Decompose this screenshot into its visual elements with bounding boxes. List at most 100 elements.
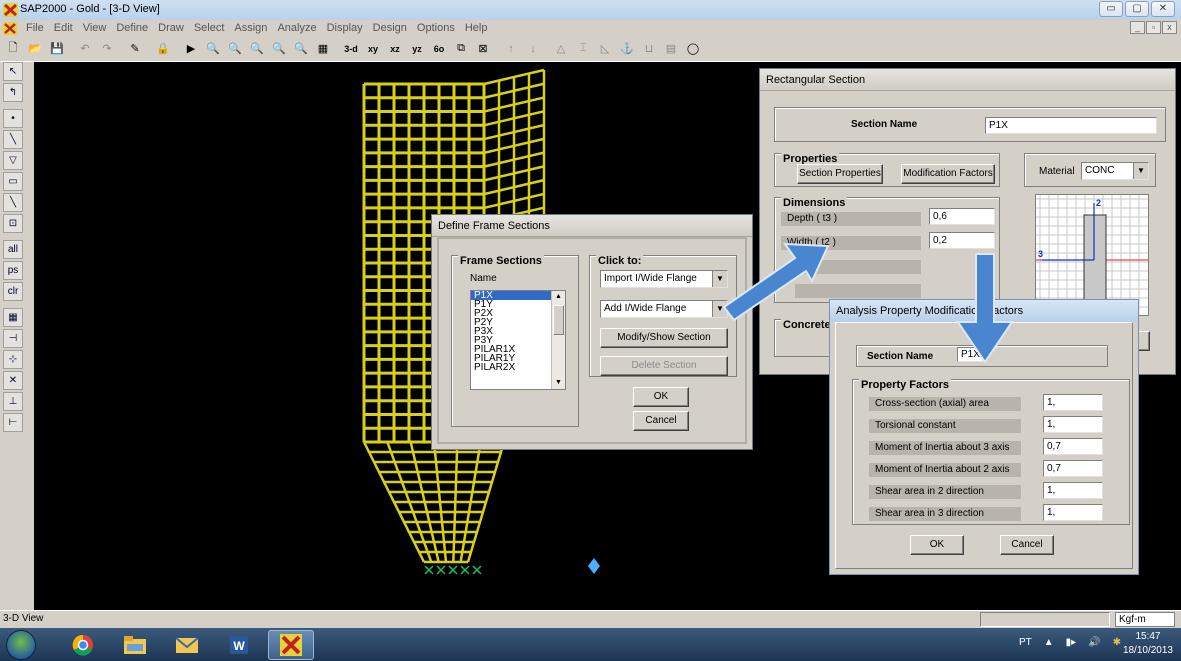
draw-rect-shell-icon[interactable]: ▭: [3, 172, 23, 191]
minimize-button[interactable]: ▭: [1099, 1, 1123, 17]
show-frame-icon[interactable]: ⌶: [573, 39, 593, 59]
pointer-icon[interactable]: ↖: [3, 62, 23, 81]
show-undeformed-icon[interactable]: △: [551, 39, 571, 59]
factor-input[interactable]: 0,7: [1043, 438, 1103, 455]
import-section-combo[interactable]: Import I/Wide Flange ▼: [600, 270, 728, 288]
view-xz-button[interactable]: xz: [385, 39, 405, 59]
up-arrow-icon[interactable]: ↑: [501, 39, 521, 59]
pencil-icon[interactable]: ✎: [125, 39, 145, 59]
set-elements-icon[interactable]: ⊠: [473, 39, 493, 59]
mail-icon[interactable]: [164, 630, 210, 660]
list-scrollbar[interactable]: ▲ ▼: [551, 291, 565, 389]
zoom-in-icon[interactable]: 🔍: [247, 39, 267, 59]
view-xy-button[interactable]: xy: [363, 39, 383, 59]
refresh-icon[interactable]: ▦: [313, 39, 333, 59]
cancel-button[interactable]: Cancel: [1000, 535, 1054, 555]
new-file-icon[interactable]: 🗋: [3, 39, 23, 59]
draw-line-icon[interactable]: ╲: [3, 193, 23, 212]
clear-selection-icon[interactable]: clr: [3, 282, 23, 301]
menu-analyze[interactable]: Analyze: [272, 22, 321, 34]
object-shrink-icon[interactable]: ⧉: [451, 39, 471, 59]
document-icon[interactable]: [3, 21, 17, 35]
quick-draw-icon[interactable]: ⊡: [3, 214, 23, 233]
menu-select[interactable]: Select: [189, 22, 230, 34]
file-explorer-icon[interactable]: [112, 630, 158, 660]
factor-input[interactable]: 1,: [1043, 394, 1103, 411]
zoom-restore-icon[interactable]: 🔍: [225, 39, 245, 59]
menu-assign[interactable]: Assign: [229, 22, 272, 34]
pan-icon[interactable]: 🔍: [291, 39, 311, 59]
draw-shell-icon[interactable]: ▽: [3, 151, 23, 170]
snap-line-icon[interactable]: ⊢: [3, 413, 23, 432]
mdi-minimize-button[interactable]: _: [1130, 21, 1145, 34]
redo-icon[interactable]: ↷: [97, 39, 117, 59]
view-3d-button[interactable]: 3-d: [341, 39, 361, 59]
menu-display[interactable]: Display: [322, 22, 368, 34]
undo-icon[interactable]: ↶: [75, 39, 95, 59]
menu-view[interactable]: View: [78, 22, 112, 34]
chrome-icon[interactable]: [60, 630, 106, 660]
section-properties-button[interactable]: Section Properties: [797, 164, 883, 184]
menu-draw[interactable]: Draw: [153, 22, 189, 34]
section-name-input[interactable]: P1X: [957, 347, 987, 362]
add-section-combo[interactable]: Add I/Wide Flange ▼: [600, 300, 728, 318]
modification-factors-button[interactable]: Modification Factors: [901, 164, 995, 184]
down-arrow-icon[interactable]: ↓: [523, 39, 543, 59]
factor-input[interactable]: 1,: [1043, 416, 1103, 433]
network-icon[interactable]: ▮▸: [1066, 637, 1077, 648]
lock-icon[interactable]: 🔒: [153, 39, 173, 59]
factor-input[interactable]: 1,: [1043, 482, 1103, 499]
menu-file[interactable]: File: [21, 22, 49, 34]
sap2000-taskbar-icon[interactable]: [268, 630, 314, 660]
section-name-input[interactable]: P1X: [985, 117, 1157, 134]
show-forces-icon[interactable]: ⚓: [617, 39, 637, 59]
snap-grid-icon[interactable]: ▦: [3, 308, 23, 327]
menu-help[interactable]: Help: [460, 22, 493, 34]
scroll-thumb[interactable]: [553, 305, 564, 335]
select-previous-icon[interactable]: ps: [3, 261, 23, 280]
modify-show-section-button[interactable]: Modify/Show Section: [600, 328, 728, 348]
open-folder-icon[interactable]: 📂: [25, 39, 45, 59]
cancel-button[interactable]: Cancel: [633, 411, 689, 431]
mdi-close-button[interactable]: x: [1162, 21, 1177, 34]
mdi-restore-button[interactable]: ▫: [1146, 21, 1161, 34]
draw-frame-icon[interactable]: ╲: [3, 130, 23, 149]
reshape-icon[interactable]: ↰: [3, 83, 23, 102]
show-deformed-icon[interactable]: ◺: [595, 39, 615, 59]
snap-joint-icon[interactable]: ⊣: [3, 329, 23, 348]
notification-icon[interactable]: ✱: [1113, 637, 1121, 648]
run-analysis-icon[interactable]: ▶: [181, 39, 201, 59]
select-all-icon[interactable]: all: [3, 240, 23, 259]
show-stresses-icon[interactable]: ⊔: [639, 39, 659, 59]
start-button[interactable]: [6, 630, 36, 660]
zoom-window-icon[interactable]: 🔍: [203, 39, 223, 59]
zoom-out-icon[interactable]: 🔍: [269, 39, 289, 59]
view-perspective-button[interactable]: 6o: [429, 39, 449, 59]
ok-button[interactable]: OK: [910, 535, 964, 555]
language-indicator[interactable]: PT: [1019, 637, 1032, 648]
menu-edit[interactable]: Edit: [49, 22, 78, 34]
delete-section-button[interactable]: Delete Section: [600, 356, 728, 376]
scroll-down-icon[interactable]: ▼: [553, 377, 564, 389]
show-table-icon[interactable]: ▤: [661, 39, 681, 59]
view-yz-button[interactable]: yz: [407, 39, 427, 59]
menu-define[interactable]: Define: [111, 22, 153, 34]
volume-icon[interactable]: 🔊: [1088, 637, 1100, 648]
menu-design[interactable]: Design: [368, 22, 412, 34]
factor-input[interactable]: 0,7: [1043, 460, 1103, 477]
show-hidden-icons-icon[interactable]: ▲: [1044, 637, 1054, 648]
width-input[interactable]: 0,2: [929, 232, 995, 249]
close-button[interactable]: ✕: [1151, 1, 1175, 17]
frame-sections-list[interactable]: P1X P1Y P2X P2Y P3X P3Y PILAR1X PILAR1Y PILAR2X …: [470, 290, 566, 390]
snap-midpoint-icon[interactable]: ⊹: [3, 350, 23, 369]
maximize-button[interactable]: ▢: [1125, 1, 1149, 17]
options-circle-icon[interactable]: ◯: [683, 39, 703, 59]
ok-button[interactable]: OK: [633, 387, 689, 407]
snap-perpendicular-icon[interactable]: ⊥: [3, 392, 23, 411]
word-icon[interactable]: W: [216, 630, 262, 660]
menu-options[interactable]: Options: [412, 22, 460, 34]
clock[interactable]: 15:47 18/10/2013: [1123, 630, 1173, 658]
save-icon[interactable]: 💾: [47, 39, 67, 59]
scroll-up-icon[interactable]: ▲: [553, 291, 564, 303]
draw-joint-icon[interactable]: •: [3, 109, 23, 128]
